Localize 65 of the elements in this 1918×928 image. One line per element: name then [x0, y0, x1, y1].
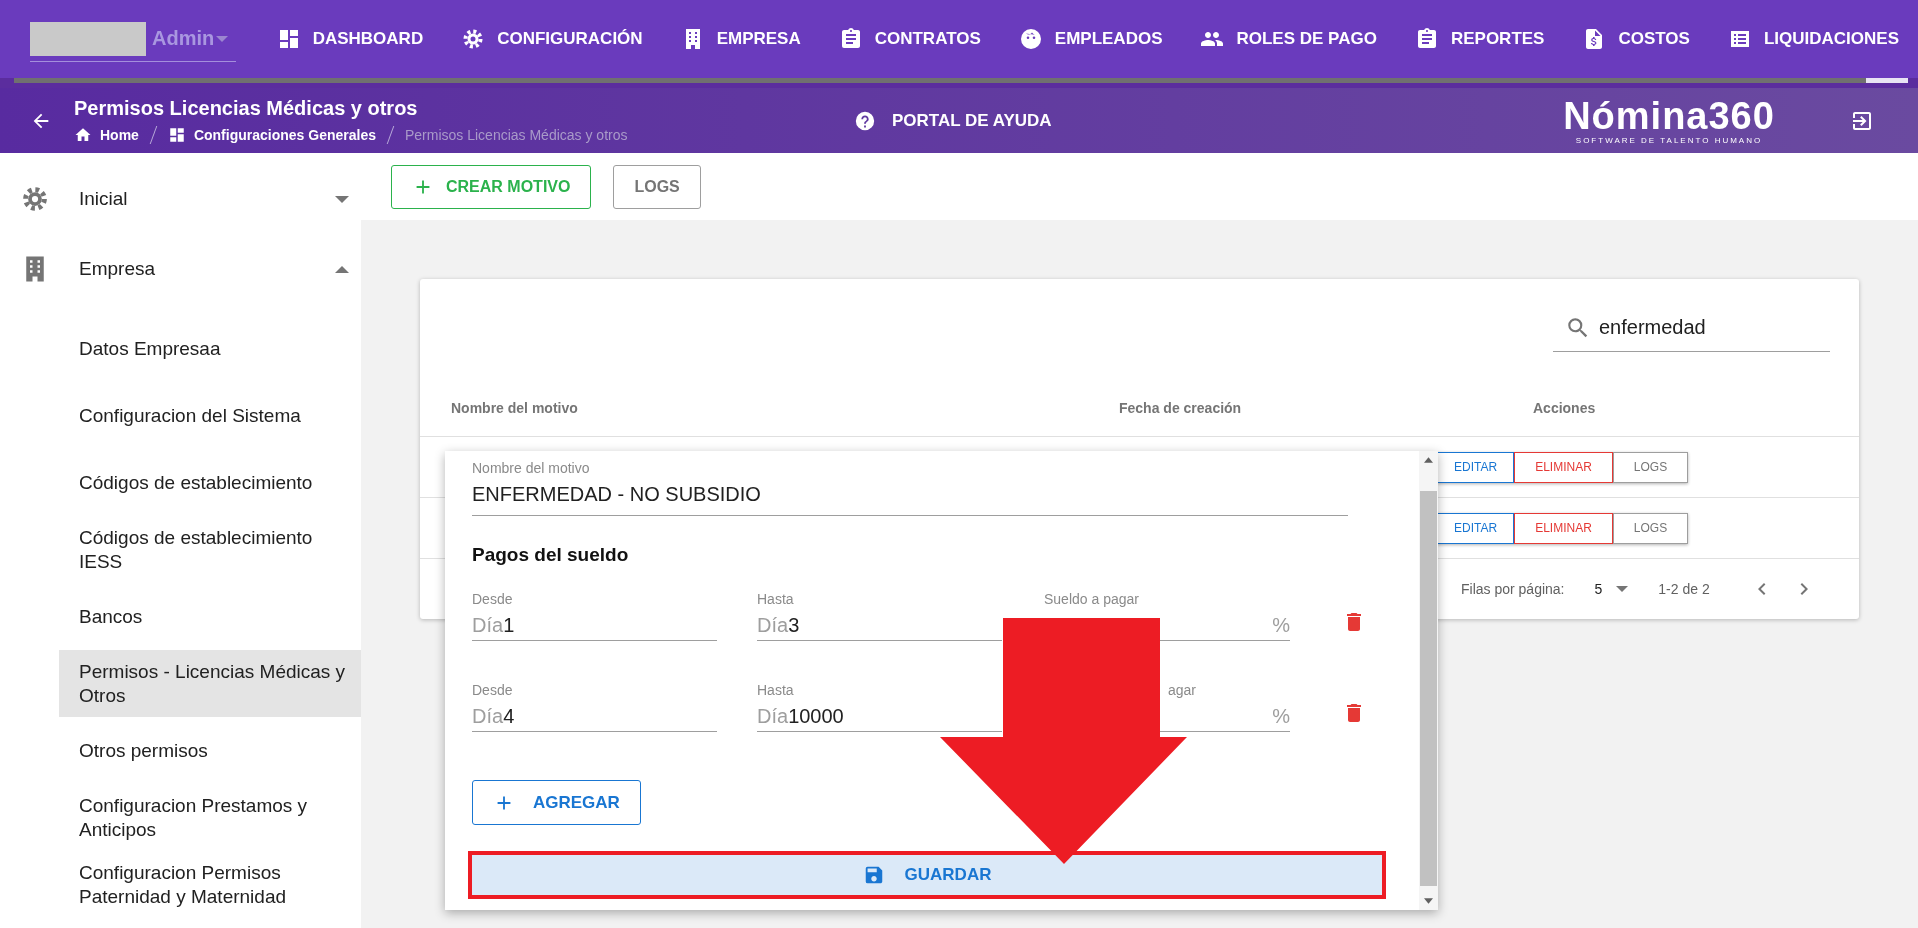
logs-button[interactable]: LOGS [613, 164, 701, 209]
page-range: 1-2 de 2 [1658, 581, 1710, 597]
page-title: Permisos Licencias Médicas y otros [74, 97, 419, 120]
rows-per-page-select[interactable]: 5 [1594, 581, 1629, 597]
nav-link[interactable]: COSTOS [1563, 17, 1709, 61]
logs-button[interactable]: LOGS [1612, 451, 1689, 483]
field-label: agar [1167, 681, 1197, 699]
column-header[interactable]: Nombre del motivo [451, 399, 1119, 416]
sidebar-item[interactable]: Configuracion Permisos Paternidad y Maternidad [59, 851, 361, 918]
caret-up-icon [335, 265, 349, 273]
sidebar-item[interactable]: Configuracion Prestamos y Anticipos [59, 784, 361, 851]
help-icon [854, 109, 876, 132]
logo-tagline: SOFTWARE DE TALENTO HUMANO [1575, 136, 1763, 145]
breadcrumb-link[interactable]: Configuraciones Generales [193, 127, 376, 143]
caret-icon [215, 35, 228, 42]
percent-sign: % [1272, 614, 1290, 636]
caret-down-icon [335, 195, 349, 203]
to-day-field[interactable]: Hasta Día3 [757, 590, 1002, 641]
add-button[interactable]: AGREGAR [472, 780, 641, 825]
scrollbar[interactable] [1419, 451, 1438, 910]
sidebar-group[interactable]: Inicial [0, 164, 361, 234]
column-header[interactable]: Fecha de creación [1119, 399, 1533, 416]
nav-link[interactable]: LIQUIDACIONES [1708, 17, 1918, 61]
from-day-field[interactable]: Desde Día4 [472, 681, 717, 732]
search-field[interactable]: enfermedad [1553, 306, 1830, 352]
section-title: Pagos del sueldo [472, 544, 630, 566]
delete-button[interactable]: ELIMINAR [1514, 451, 1613, 483]
sidebar-item[interactable]: Bancos [59, 583, 361, 650]
sidebar-item[interactable]: Otros permisos [59, 717, 361, 784]
sidebar-item[interactable]: Permisos - Licencias Médicas y Otros [59, 650, 361, 717]
nav-link[interactable]: CONTRATOS [819, 17, 1000, 61]
column-header[interactable]: Acciones [1533, 399, 1596, 416]
edit-button[interactable]: EDITAR [1437, 451, 1515, 483]
breadcrumb-current: Permisos Licencias Médicas y otros [404, 127, 628, 143]
logs-button[interactable]: LOGS [1612, 512, 1689, 544]
home-icon [74, 126, 92, 144]
to-day-field[interactable]: Hasta Día10000 [757, 681, 1002, 732]
user-name: Admin [152, 27, 216, 50]
face-icon [1018, 27, 1043, 51]
rows-per-page-label: Filas por página: [1461, 581, 1565, 597]
nav-link[interactable]: EMPLEADOS [999, 17, 1182, 61]
breadcrumb-link[interactable]: Home [100, 127, 139, 143]
sidebar-item[interactable]: Datos Empresaa [59, 315, 361, 382]
edit-button[interactable]: EDITAR [1437, 512, 1515, 544]
field-label: Sueldo a pagar [1044, 590, 1139, 608]
nav-link[interactable]: DASHBOARD [257, 17, 443, 61]
dashboard-icon [167, 126, 186, 144]
sidebar-item[interactable]: Códigos de establecimiento IESS [59, 516, 361, 583]
delete-button[interactable]: ELIMINAR [1514, 512, 1613, 544]
scroll-up-icon[interactable] [1424, 457, 1433, 463]
nav-link[interactable]: ROLES DE PAGO [1181, 17, 1396, 61]
nav-link[interactable]: EMPRESA [661, 17, 820, 61]
nav-link[interactable]: CONFIGURACIÓN [442, 17, 662, 61]
scroll-down-icon[interactable] [1424, 898, 1433, 904]
name-field[interactable]: Nombre del motivo ENFERMEDAD - NO SUBSIDIO [472, 459, 1348, 516]
help-link[interactable]: PORTAL DE AYUDA [854, 109, 1554, 132]
caret-icon [1616, 586, 1629, 592]
logo-wordmark: Nómina360 [1563, 96, 1775, 136]
percent-sign: % [1272, 705, 1290, 727]
save-button[interactable]: GUARDAR [472, 855, 1382, 895]
nav-link[interactable]: REPORTES [1395, 17, 1564, 61]
sidebar-group[interactable]: Empresa [0, 234, 361, 304]
sidebar-item[interactable]: Configuracion del Sistema [59, 382, 361, 449]
from-day-field[interactable]: Desde Día1 [472, 590, 717, 641]
sidebar-item[interactable]: Códigos de establecimiento [59, 449, 361, 516]
